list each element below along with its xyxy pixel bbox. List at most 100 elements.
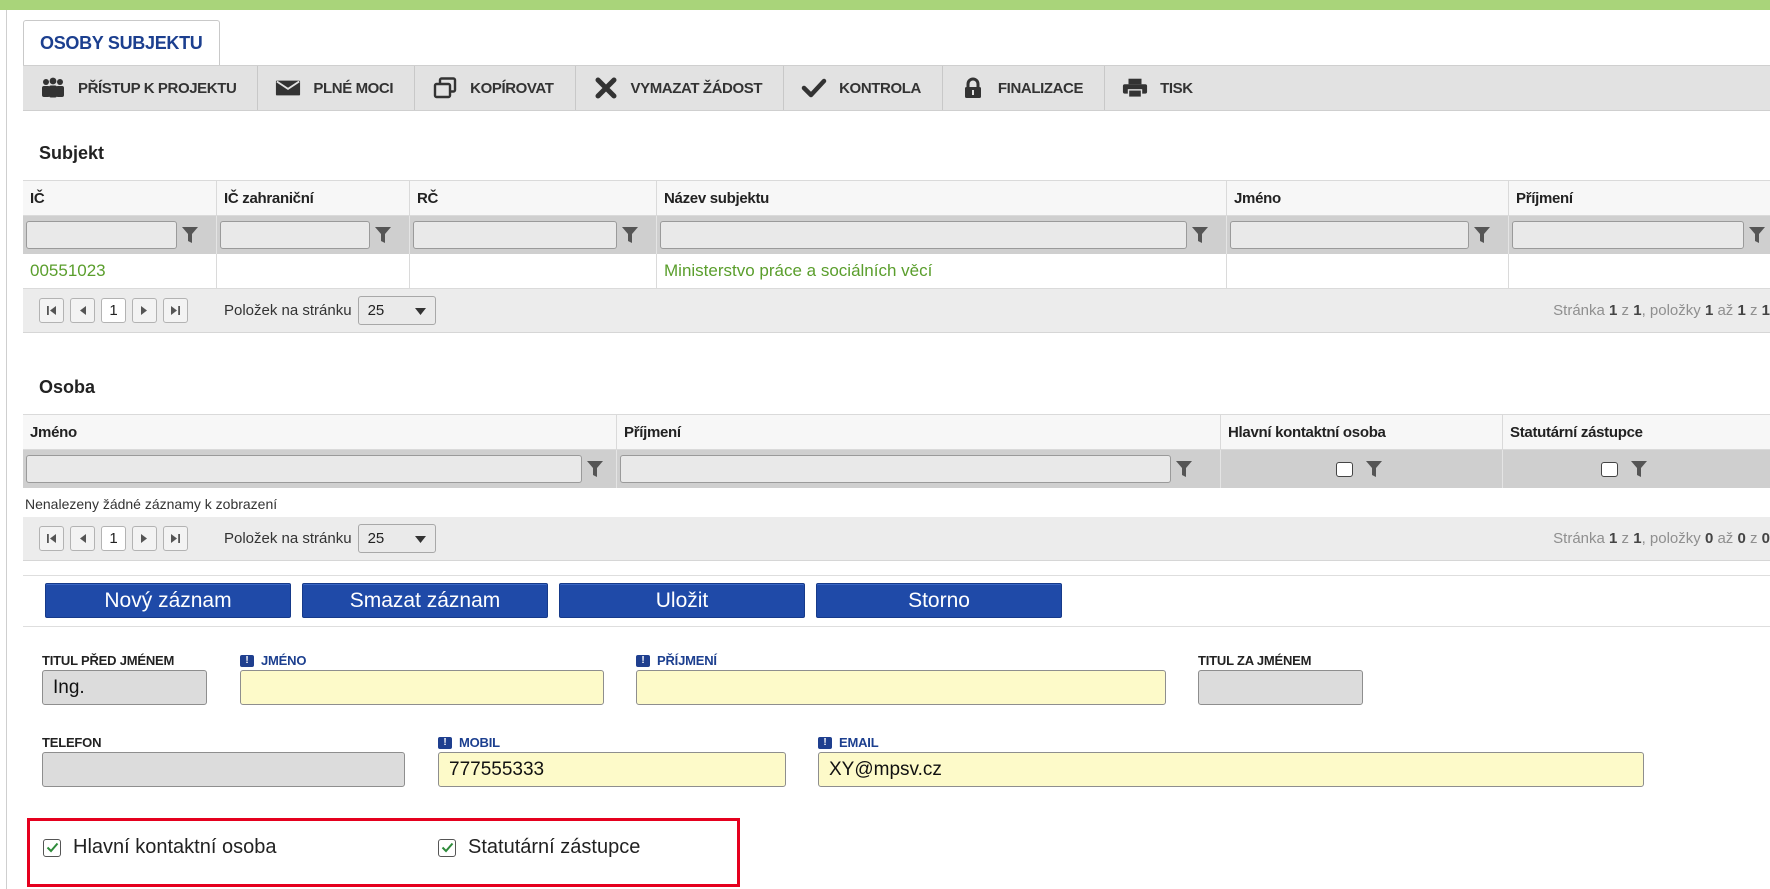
checkbox-label: Hlavní kontaktní osoba: [73, 836, 277, 858]
pager-info: Stránka 1 z 1, položky 1 až 1 z 1: [1553, 302, 1770, 319]
pager-info: Stránka 1 z 1, položky 0 až 0 z 0: [1553, 530, 1770, 547]
next-page-button[interactable]: [132, 298, 157, 323]
titul-pred-label: TITUL PŘED JMÉNEM: [42, 653, 175, 668]
cell-nazev-subjektu[interactable]: Ministerstvo práce a sociálních věcí: [657, 254, 1227, 288]
titul-za-label: TITUL ZA JMÉNEM: [1198, 653, 1312, 668]
grid-header: Jméno Příjmení Hlavní kontaktní osoba St…: [23, 414, 1770, 450]
column-header-hlavni-kontaktni-osoba[interactable]: Hlavní kontaktní osoba: [1221, 415, 1503, 449]
toolbar-finalizace[interactable]: FINALIZACE: [943, 66, 1106, 110]
left-border: [6, 10, 7, 889]
column-header-rc[interactable]: RČ: [410, 181, 657, 215]
filter-icon[interactable]: [1626, 455, 1652, 483]
prijmeni-field[interactable]: [636, 670, 1166, 705]
subjekt-grid: IČ IČ zahraniční RČ Název subjektu Jméno…: [23, 180, 1770, 289]
filter-icon[interactable]: [177, 221, 203, 249]
column-header-nazev-subjektu[interactable]: Název subjektu: [657, 181, 1227, 215]
current-page[interactable]: 1: [101, 298, 126, 323]
column-header-ic-zahranicni[interactable]: IČ zahraniční: [217, 181, 410, 215]
titul-za-field[interactable]: [1198, 670, 1363, 705]
column-header-prijmeni[interactable]: Příjmení: [617, 415, 1221, 449]
mobil-field[interactable]: 777555333: [438, 752, 786, 787]
prijmeni-label: ! PŘÍJMENÍ: [636, 653, 717, 668]
cancel-button[interactable]: Storno: [816, 583, 1062, 618]
prev-page-button[interactable]: [70, 298, 95, 323]
toolbar-pristup-k-projektu[interactable]: PŘÍSTUP K PROJEKTU: [23, 66, 259, 110]
lock-icon: [960, 77, 986, 99]
column-header-jmeno[interactable]: Jméno: [1227, 181, 1509, 215]
required-icon: !: [240, 654, 254, 667]
osoba-pager: 1 Položek na stránku 25 Stránka 1 z 1, p…: [23, 517, 1770, 561]
filter-checkbox[interactable]: [1336, 461, 1353, 477]
empty-message: Nenalezeny žádné záznamy k zobrazení: [25, 496, 278, 512]
mobil-label: ! MOBIL: [438, 735, 500, 750]
table-row[interactable]: 00551023 Ministerstvo práce a sociálních…: [23, 254, 1770, 289]
new-record-button[interactable]: Nový záznam: [45, 583, 291, 618]
filter-icon[interactable]: [370, 221, 396, 249]
section-title-osoba: Osoba: [39, 377, 96, 397]
toolbar-kopirovat[interactable]: KOPÍROVAT: [415, 66, 576, 110]
next-page-button[interactable]: [132, 526, 157, 551]
filter-icon[interactable]: [1469, 221, 1495, 249]
filter-input-nazev-subjektu[interactable]: [660, 221, 1187, 249]
last-page-button[interactable]: [163, 526, 188, 551]
filter-checkbox[interactable]: [1601, 461, 1618, 477]
chevron-down-icon: [414, 302, 426, 319]
save-button[interactable]: Uložit: [559, 583, 805, 618]
toolbar-vymazat-zadost[interactable]: VYMAZAT ŽÁDOST: [576, 66, 785, 110]
toolbar-kontrola[interactable]: KONTROLA: [784, 66, 943, 110]
filter-icon[interactable]: [1744, 221, 1770, 249]
toolbar-label: PLNÉ MOCI: [313, 79, 394, 97]
checkbox-label: Statutární zástupce: [468, 836, 641, 858]
cell-ic[interactable]: 00551023: [23, 254, 217, 288]
toolbar-label: KONTROLA: [839, 79, 921, 97]
first-page-button[interactable]: [39, 526, 64, 551]
filter-input-prijmeni[interactable]: [1512, 221, 1745, 249]
toolbar-label: TISK: [1160, 79, 1193, 97]
filter-input-ic-zahranicni[interactable]: [220, 221, 370, 249]
per-page-value: 25: [367, 302, 385, 319]
jmeno-field[interactable]: [240, 670, 604, 705]
filter-icon[interactable]: [1171, 455, 1197, 483]
filter-icon[interactable]: [1187, 221, 1213, 249]
telefon-field[interactable]: [42, 752, 405, 787]
tab-label: OSOBY SUBJEKTU: [40, 33, 203, 53]
column-header-jmeno[interactable]: Jméno: [23, 415, 617, 449]
divider: [23, 575, 1770, 576]
tab-osoby-subjektu[interactable]: OSOBY SUBJEKTU: [23, 20, 220, 65]
osoba-grid: Jméno Příjmení Hlavní kontaktní osoba St…: [23, 414, 1770, 488]
checkbox-checked-icon: [43, 838, 61, 857]
filter-icon[interactable]: [617, 221, 643, 249]
checkbox-checked-icon: [438, 838, 456, 857]
people-icon: [40, 77, 66, 99]
toolbar: PŘÍSTUP K PROJEKTU PLNÉ MOCI KOPÍROVAT V…: [23, 65, 1770, 111]
check-icon: [801, 77, 827, 99]
cell-prijmeni: [1509, 254, 1770, 288]
last-page-button[interactable]: [163, 298, 188, 323]
column-header-statutarni-zastupce[interactable]: Statutární zástupce: [1503, 415, 1770, 449]
filter-input-jmeno[interactable]: [1230, 221, 1469, 249]
filter-icon[interactable]: [582, 455, 608, 483]
filter-input-jmeno[interactable]: [26, 455, 582, 483]
toolbar-plne-moci[interactable]: PLNÉ MOCI: [258, 66, 416, 110]
current-page[interactable]: 1: [101, 526, 126, 551]
email-field[interactable]: XY@mpsv.cz: [818, 752, 1644, 787]
delete-record-button[interactable]: Smazat záznam: [302, 583, 548, 618]
first-page-button[interactable]: [39, 298, 64, 323]
column-header-ic[interactable]: IČ: [23, 181, 217, 215]
divider: [23, 626, 1770, 627]
toolbar-label: VYMAZAT ŽÁDOST: [630, 79, 763, 97]
column-header-prijmeni[interactable]: Příjmení: [1509, 181, 1770, 215]
hlavni-kontaktni-osoba-checkbox[interactable]: Hlavní kontaktní osoba: [43, 836, 276, 859]
per-page-select[interactable]: 25: [357, 296, 436, 325]
filter-input-prijmeni[interactable]: [620, 455, 1171, 483]
filter-row: [23, 450, 1770, 488]
per-page-select[interactable]: 25: [357, 524, 436, 553]
chevron-down-icon: [414, 530, 426, 547]
toolbar-tisk[interactable]: TISK: [1105, 66, 1214, 110]
filter-icon[interactable]: [1361, 455, 1387, 483]
filter-input-rc[interactable]: [413, 221, 617, 249]
filter-input-ic[interactable]: [26, 221, 177, 249]
prev-page-button[interactable]: [70, 526, 95, 551]
statutarni-zastupce-checkbox[interactable]: Statutární zástupce: [438, 836, 640, 859]
titul-pred-field[interactable]: Ing.: [42, 670, 207, 705]
